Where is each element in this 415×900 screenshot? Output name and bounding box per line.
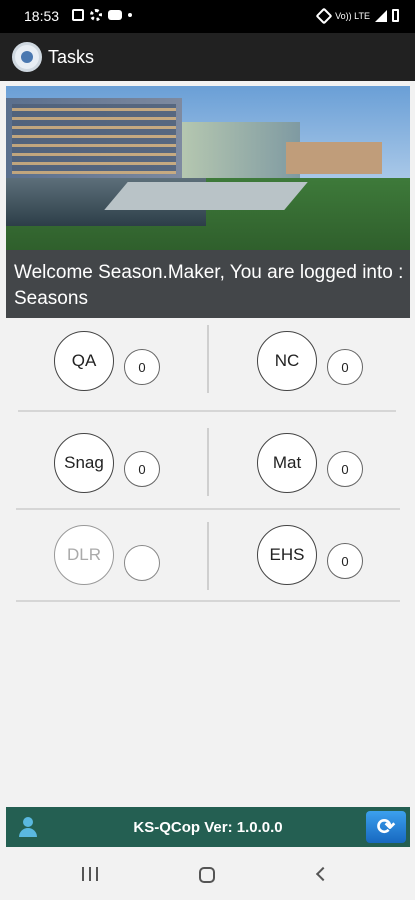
settings-icon	[90, 9, 102, 21]
qcop-logo-icon[interactable]	[12, 42, 42, 72]
nc-button[interactable]: NC	[257, 331, 317, 391]
ehs-button[interactable]: EHS	[257, 525, 317, 585]
footer-bar: KS-QCop Ver: 1.0.0.0 ⟳	[6, 807, 410, 847]
mat-button[interactable]: Mat	[257, 433, 317, 493]
qa-count-badge: 0	[124, 349, 160, 385]
gallery-icon	[72, 9, 84, 21]
signal-icon	[375, 9, 387, 22]
status-time: 18:53	[24, 8, 60, 24]
status-bar: 18:53 Vo)) LTE	[0, 0, 415, 33]
home-icon[interactable]	[199, 867, 215, 883]
snag-button[interactable]: Snag	[54, 433, 114, 493]
snag-count-badge: 0	[124, 451, 160, 487]
dot-icon	[128, 13, 132, 17]
nc-count-badge: 0	[327, 349, 363, 385]
welcome-text: Welcome Season.Maker, You are logged int…	[14, 262, 404, 309]
welcome-caption: Welcome Season.Maker, You are logged int…	[6, 250, 410, 318]
dlr-count-badge	[124, 545, 160, 581]
dlr-button: DLR	[54, 525, 114, 585]
qa-button[interactable]: QA	[54, 331, 114, 391]
welcome-banner: Welcome Season.Maker, You are logged int…	[6, 86, 410, 318]
app-bar: Tasks	[0, 33, 415, 81]
recent-apps-icon[interactable]	[82, 867, 98, 881]
ehs-count-badge: 0	[327, 543, 363, 579]
version-text: KS-QCop Ver: 1.0.0.0	[133, 819, 283, 836]
back-icon[interactable]	[315, 866, 331, 882]
battery-icon	[392, 9, 399, 22]
wifi-icon: Vo)) LTE	[335, 10, 370, 21]
page-title: Tasks	[48, 47, 95, 67]
mute-icon	[315, 7, 333, 24]
refresh-icon[interactable]: ⟳	[366, 811, 406, 843]
mat-count-badge: 0	[327, 451, 363, 487]
youtube-icon	[108, 10, 122, 20]
system-nav-bar	[0, 850, 415, 900]
